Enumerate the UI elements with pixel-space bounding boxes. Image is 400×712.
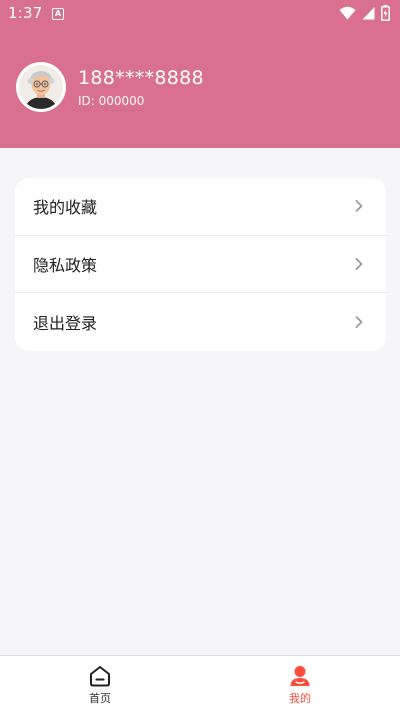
chevron-right-icon <box>355 257 363 270</box>
avatar-illustration <box>19 65 63 109</box>
status-bar: 1:37 A <box>0 0 400 28</box>
notification-icon: A <box>52 8 64 20</box>
chevron-right-icon <box>355 200 363 213</box>
profile-text: 188****8888 ID: 000000 <box>78 66 204 108</box>
menu-item-label: 退出登录 <box>33 313 98 333</box>
menu-item-label: 我的收藏 <box>33 198 98 218</box>
avatar-image <box>19 65 63 109</box>
battery-charging-icon <box>381 5 390 21</box>
nav-label: 我的 <box>289 692 311 705</box>
menu-card: 我的收藏 隐私政策 退出登录 <box>15 178 386 351</box>
user-id: ID: 000000 <box>78 94 145 108</box>
bottom-nav: 首页 我的 <box>0 655 400 712</box>
menu-item-favorites[interactable]: 我的收藏 <box>15 178 386 236</box>
user-icon <box>290 666 310 686</box>
nav-tab-home[interactable]: 首页 <box>0 656 200 712</box>
phone-number: 188****8888 <box>78 67 204 89</box>
screen: 1:37 A 188****8888 ID: 000000 我的收藏 隐私政策 … <box>0 0 400 712</box>
nav-tab-mine[interactable]: 我的 <box>200 656 400 712</box>
chevron-right-icon <box>355 316 363 328</box>
wifi-icon <box>339 6 356 20</box>
menu-item-privacy-policy[interactable]: 隐私政策 <box>15 236 386 294</box>
status-icons <box>339 5 390 21</box>
status-time: 1:37 <box>8 4 43 22</box>
home-icon <box>90 666 110 687</box>
menu-item-logout[interactable]: 退出登录 <box>15 293 386 351</box>
menu-item-label: 隐私政策 <box>33 255 98 275</box>
avatar[interactable] <box>16 62 66 112</box>
profile-header: 1:37 A 188****8888 ID: 000000 <box>0 0 400 148</box>
nav-label: 首页 <box>89 692 111 705</box>
profile-info[interactable]: 188****8888 ID: 000000 <box>16 62 204 112</box>
cellular-signal-icon <box>362 7 375 20</box>
